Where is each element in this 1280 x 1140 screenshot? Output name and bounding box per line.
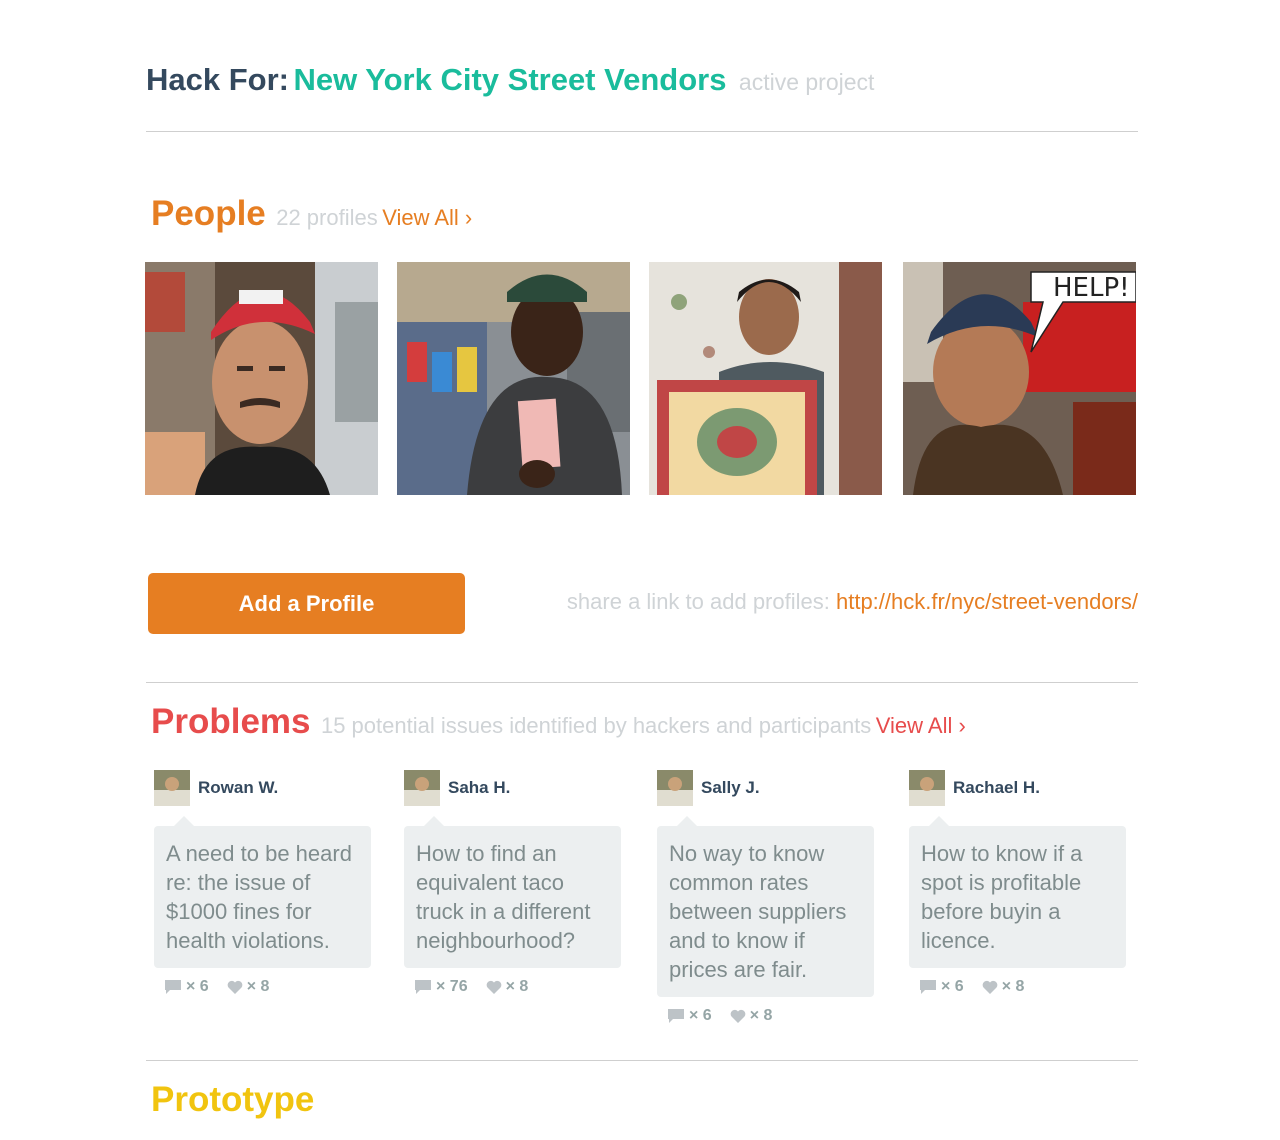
share-text: share a link to add profiles: (566, 589, 830, 614)
comments-value: × 76 (436, 978, 468, 995)
problems-title: Problems (151, 702, 311, 741)
people-section-header: People 22 profiles View All › (151, 194, 472, 234)
likes-value: × 8 (1001, 978, 1025, 995)
problem-card: Saha H. How to find an equivalent taco t… (404, 770, 621, 996)
vendor-photo-help: HELP! (903, 262, 1136, 495)
heart-icon (486, 980, 501, 994)
comments-count[interactable]: × 6 (919, 978, 964, 996)
comments-value: × 6 (689, 1007, 712, 1024)
problems-count: 15 potential issues identified by hacker… (320, 713, 872, 738)
comments-value: × 6 (186, 978, 209, 995)
problems-view-all-link[interactable]: View All › (876, 713, 966, 738)
add-profile-button[interactable]: Add a Profile (148, 573, 465, 634)
comment-icon (668, 1009, 684, 1023)
vendor-photo-red-cap (145, 262, 378, 495)
prototype-title: Prototype (151, 1080, 315, 1119)
likes-count[interactable]: × 8 (730, 1007, 773, 1025)
likes-value: × 8 (246, 978, 270, 995)
avatar (404, 770, 440, 806)
likes-count[interactable]: × 8 (486, 978, 529, 996)
comments-count[interactable]: × 6 (667, 1007, 712, 1025)
divider (146, 131, 1138, 132)
likes-value: × 8 (505, 978, 529, 995)
profile-photo-2[interactable] (397, 262, 630, 495)
problem-stats: × 76 × 8 (414, 978, 621, 996)
comments-count[interactable]: × 76 (414, 978, 468, 996)
problem-author[interactable]: Rachael H. (909, 770, 1126, 806)
prototype-section-header: Prototype (151, 1080, 314, 1120)
comments-value: × 6 (941, 978, 964, 995)
profile-photo-3[interactable] (649, 262, 882, 495)
divider (146, 682, 1138, 683)
author-name: Rowan W. (198, 778, 279, 797)
heart-icon (982, 980, 998, 994)
vendor-photo-rug (649, 262, 882, 495)
problem-text[interactable]: How to know if a spot is profitable befo… (909, 816, 1126, 968)
problem-text[interactable]: A need to be heard re: the issue of $100… (154, 816, 371, 968)
comment-icon (920, 980, 936, 994)
people-view-all-link[interactable]: View All › (382, 205, 472, 230)
profile-photo-1[interactable] (145, 262, 378, 495)
problem-card: Rowan W. A need to be heard re: the issu… (154, 770, 371, 996)
problem-author[interactable]: Saha H. (404, 770, 621, 806)
project-title[interactable]: New York City Street Vendors (293, 62, 726, 97)
problem-stats: × 6 × 8 (164, 978, 371, 996)
author-name: Sally J. (701, 778, 760, 797)
comments-count[interactable]: × 6 (164, 978, 209, 996)
likes-value: × 8 (749, 1007, 773, 1024)
problem-stats: × 6 × 8 (667, 1007, 874, 1025)
avatar (909, 770, 945, 806)
likes-count[interactable]: × 8 (982, 978, 1025, 996)
hack-for-label: Hack For: (146, 62, 289, 97)
vendor-photo-ticket (397, 262, 630, 495)
heart-icon (227, 980, 243, 994)
problems-section-header: Problems 15 potential issues identified … (151, 702, 966, 742)
author-name: Saha H. (448, 778, 511, 797)
avatar (154, 770, 190, 806)
comment-icon (415, 980, 431, 994)
page-header: Hack For: New York City Street Vendors a… (146, 62, 1138, 112)
share-link-row: share a link to add profiles: http://hck… (567, 589, 1138, 615)
avatar (657, 770, 693, 806)
problem-author[interactable]: Sally J. (657, 770, 874, 806)
problem-card: Sally J. No way to know common rates bet… (657, 770, 874, 1025)
profile-photo-4[interactable]: HELP! (903, 262, 1136, 495)
problem-stats: × 6 × 8 (919, 978, 1126, 996)
people-title: People (151, 194, 266, 233)
divider (146, 1060, 1138, 1061)
problem-card: Rachael H. How to know if a spot is prof… (909, 770, 1126, 996)
author-name: Rachael H. (953, 778, 1040, 797)
problem-text[interactable]: No way to know common rates between supp… (657, 816, 874, 997)
people-count: 22 profiles (276, 205, 378, 230)
likes-count[interactable]: × 8 (227, 978, 270, 996)
problem-author[interactable]: Rowan W. (154, 770, 371, 806)
help-speech-text: HELP! (1053, 273, 1130, 303)
comment-icon (165, 980, 181, 994)
project-status: active project (738, 69, 875, 95)
share-url-link[interactable]: http://hck.fr/nyc/street-vendors/ (836, 589, 1138, 614)
heart-icon (730, 1009, 746, 1023)
problem-text[interactable]: How to find an equivalent taco truck in … (404, 816, 621, 968)
